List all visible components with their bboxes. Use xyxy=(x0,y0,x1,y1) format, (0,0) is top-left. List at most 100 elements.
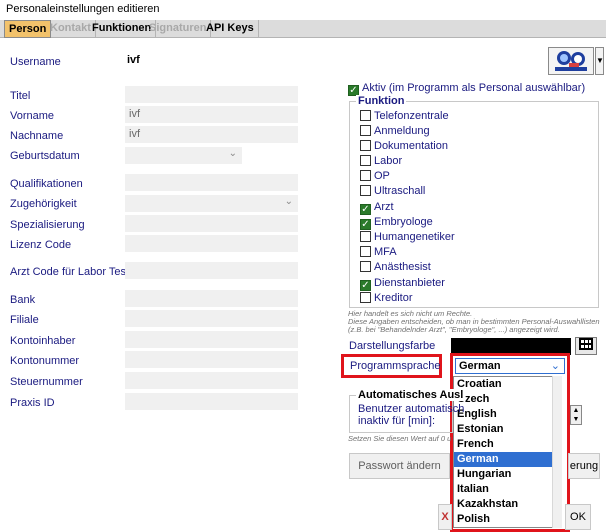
checkbox[interactable] xyxy=(360,125,371,136)
spezialisierung-field[interactable] xyxy=(125,215,298,232)
language-option-kazakhstan[interactable]: Kazakhstan xyxy=(454,497,552,512)
kontonummer-field[interactable] xyxy=(125,351,298,368)
vorname-label: Vorname xyxy=(10,110,55,122)
funktion-item-op[interactable]: OP xyxy=(360,170,390,182)
chevron-down-icon: ⌄ xyxy=(228,148,237,159)
language-option-estonian[interactable]: Estonian xyxy=(454,422,552,437)
language-option-hungarian[interactable]: Hungarian xyxy=(454,467,552,482)
auto-logout-text-1: Benutzer automatisch xyxy=(358,403,465,415)
cancel-button[interactable]: X xyxy=(438,504,452,530)
funktion-group: Funktion Telefonzentrale Anmeldung Dokum… xyxy=(349,95,599,308)
qualifikationen-field[interactable] xyxy=(125,174,298,191)
bank-field[interactable] xyxy=(125,290,298,307)
minutes-stepper[interactable]: ▲ ▼ xyxy=(570,405,582,425)
language-option-czech[interactable]: Czech xyxy=(454,392,552,407)
funktion-item-anmeldung[interactable]: Anmeldung xyxy=(360,125,430,137)
checkbox[interactable] xyxy=(360,261,371,272)
funktion-item-arzt[interactable]: ✓ Arzt xyxy=(360,201,394,215)
titel-label: Titel xyxy=(10,90,31,102)
arzt-code-label: Arzt Code für Labor Tests xyxy=(10,266,135,278)
username-label: Username xyxy=(10,56,61,68)
auto-logout-text-2: inaktiv für [min]: xyxy=(358,415,436,427)
checkbox[interactable] xyxy=(360,170,371,181)
checkbox[interactable] xyxy=(360,246,371,257)
aktiv-label: Aktiv (im Programm als Personal auswählb… xyxy=(362,82,586,94)
partial-button[interactable]: erung xyxy=(568,453,600,479)
funktion-item-ultraschall[interactable]: Ultraschall xyxy=(360,185,425,197)
funktion-item-dokumentation[interactable]: Dokumentation xyxy=(360,140,448,152)
ok-button[interactable]: OK xyxy=(565,504,591,530)
color-picker-button[interactable] xyxy=(575,337,597,355)
kontonummer-label: Kontonummer xyxy=(10,355,80,367)
users-icon xyxy=(555,51,587,71)
arzt-code-field[interactable] xyxy=(125,262,298,279)
funktion-item-humangenetiker[interactable]: Humangenetiker xyxy=(360,231,455,243)
language-option-german[interactable]: German xyxy=(454,452,552,467)
palette-icon xyxy=(579,338,593,350)
filiale-label: Filiale xyxy=(10,314,39,326)
funktion-item-embryologe[interactable]: ✓ Embryologe xyxy=(360,216,433,230)
zugehoerigkeit-select[interactable]: ⌄ xyxy=(125,195,298,212)
language-option-italian[interactable]: Italian xyxy=(454,482,552,497)
kontoinhaber-field[interactable] xyxy=(125,331,298,348)
funktion-item-anaesthesist[interactable]: Anästhesist xyxy=(360,261,431,273)
steuernummer-field[interactable] xyxy=(125,372,298,389)
funktion-item-kreditor[interactable]: Kreditor xyxy=(360,292,413,304)
funktion-legend: Funktion xyxy=(356,95,407,107)
checkbox[interactable] xyxy=(360,110,371,121)
zugehoerigkeit-label: Zugehörigkeit xyxy=(10,198,77,210)
tab-api-keys[interactable]: API Keys xyxy=(202,20,259,38)
language-option-croatian[interactable]: Croatian xyxy=(454,377,552,392)
avatar-dropdown-button[interactable]: ▼ xyxy=(595,47,604,75)
language-option-polish[interactable]: Polish xyxy=(454,512,552,527)
funktion-note-3: (z.B. bei "Behandelnder Arzt", "Embryolo… xyxy=(348,325,560,334)
praxis-id-field[interactable] xyxy=(125,393,298,410)
spezialisierung-label: Spezialisierung xyxy=(10,219,85,231)
avatar-button[interactable] xyxy=(548,47,594,75)
dropdown-scrollbar[interactable] xyxy=(552,376,562,528)
tab-person[interactable]: Person xyxy=(4,20,52,38)
checkbox[interactable]: ✓ xyxy=(360,204,371,215)
auto-logout-hint: Setzen Sie diesen Wert auf 0 u xyxy=(348,434,452,443)
funktion-item-labor[interactable]: Labor xyxy=(360,155,402,167)
funktion-item-mfa[interactable]: MFA xyxy=(360,246,397,258)
qualifikationen-label: Qualifikationen xyxy=(10,178,83,190)
kontoinhaber-label: Kontoinhaber xyxy=(10,335,76,347)
language-select[interactable]: German ⌄ xyxy=(455,358,565,374)
bank-label: Bank xyxy=(10,294,36,306)
funktion-item-dienstanbieter[interactable]: ✓ Dienstanbieter xyxy=(360,277,445,291)
praxis-id-label: Praxis ID xyxy=(10,397,55,409)
chevron-down-icon: ⌄ xyxy=(284,196,293,207)
nachname-label: Nachname xyxy=(10,130,64,142)
funktion-item-telefonzentrale[interactable]: Telefonzentrale xyxy=(360,110,449,122)
tab-bar: Person Kontakt Funktionen Signaturen API… xyxy=(0,20,606,38)
checkbox[interactable]: ✓ xyxy=(360,219,371,230)
aktiv-checkbox-row[interactable]: ✓ Aktiv (im Programm als Personal auswähl… xyxy=(348,82,585,96)
window-title: Personaleinstellungen editieren xyxy=(0,0,606,18)
checkbox[interactable] xyxy=(360,155,371,166)
checkbox[interactable] xyxy=(360,185,371,196)
language-dropdown-list: Croatian Czech English Estonian French G… xyxy=(453,376,553,528)
geburtsdatum-label: Geburtsdatum xyxy=(10,150,80,162)
lizenz-code-label: Lizenz Code xyxy=(10,239,72,251)
checkbox[interactable] xyxy=(360,231,371,242)
steuernummer-label: Steuernummer xyxy=(10,376,83,388)
auto-logout-legend: Automatisches Ausl xyxy=(356,389,466,401)
programmsprache-label: Programmsprache xyxy=(350,360,441,372)
darstellungsfarbe-label: Darstellungsfarbe xyxy=(349,340,436,352)
checkbox[interactable]: ✓ xyxy=(360,280,371,291)
checkbox[interactable] xyxy=(360,292,371,303)
checkbox[interactable] xyxy=(360,140,371,151)
language-select-value: German xyxy=(459,360,501,372)
auto-logout-group: Automatisches Ausl Benutzer automatisch … xyxy=(349,389,466,433)
language-option-french[interactable]: French xyxy=(454,437,552,452)
nachname-field[interactable]: ivf xyxy=(125,126,298,143)
vorname-field[interactable]: ivf xyxy=(125,106,298,123)
filiale-field[interactable] xyxy=(125,310,298,327)
geburtsdatum-picker[interactable]: ⌄ xyxy=(125,147,242,164)
chevron-down-icon: ⌄ xyxy=(550,360,560,372)
titel-field[interactable] xyxy=(125,86,298,103)
password-change-button[interactable]: Passwort ändern xyxy=(349,453,450,479)
lizenz-code-field[interactable] xyxy=(125,235,298,252)
language-option-english[interactable]: English xyxy=(454,407,552,422)
